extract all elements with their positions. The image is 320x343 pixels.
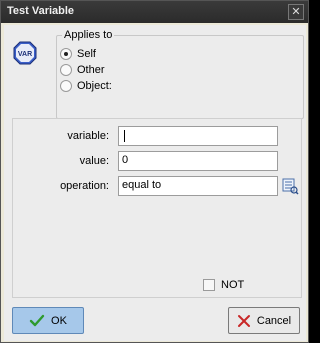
text-caret	[124, 130, 125, 142]
operation-field[interactable]: equal to	[118, 176, 278, 196]
not-label: NOT	[221, 279, 245, 291]
value-label: value:	[79, 155, 109, 167]
applies-to-label: Applies to	[62, 29, 115, 41]
not-checkbox-row[interactable]: NOT	[203, 279, 244, 291]
radio-other-button[interactable]	[60, 64, 72, 76]
svg-text:VAR: VAR	[18, 51, 32, 58]
dialog-window: Test Variable ✕ VAR Applies to Self Othe…	[0, 0, 309, 343]
dialog-body: VAR Applies to Self Other Object: variab…	[4, 25, 306, 341]
radio-object-button[interactable]	[60, 80, 72, 92]
variable-label: variable:	[67, 130, 109, 142]
cancel-x-icon	[237, 314, 250, 327]
radio-other-label: Other	[77, 64, 105, 76]
radio-self-label: Self	[77, 48, 96, 60]
operation-menu-icon[interactable]	[282, 177, 299, 195]
checkmark-icon	[29, 314, 45, 326]
radio-object-label: Object:	[77, 80, 112, 92]
radio-self-button[interactable]	[60, 48, 72, 60]
arguments-panel: variable: value: 0 operation: equal to	[12, 118, 302, 298]
ok-button[interactable]: OK	[12, 307, 84, 334]
value-field[interactable]: 0	[118, 151, 278, 171]
var-icon: VAR	[13, 41, 37, 65]
ok-button-label: OK	[51, 314, 67, 327]
operation-label: operation:	[60, 180, 109, 192]
radio-self[interactable]: Self	[60, 47, 96, 61]
title-bar[interactable]: Test Variable ✕	[1, 1, 308, 23]
not-checkbox[interactable]	[203, 279, 215, 291]
window-title: Test Variable	[7, 5, 75, 17]
variable-field[interactable]	[118, 126, 278, 146]
cancel-button-label: Cancel	[256, 314, 292, 327]
cancel-button[interactable]: Cancel	[228, 307, 300, 334]
radio-object[interactable]: Object:	[60, 79, 112, 93]
close-button[interactable]: ✕	[288, 4, 304, 20]
radio-other[interactable]: Other	[60, 63, 105, 77]
